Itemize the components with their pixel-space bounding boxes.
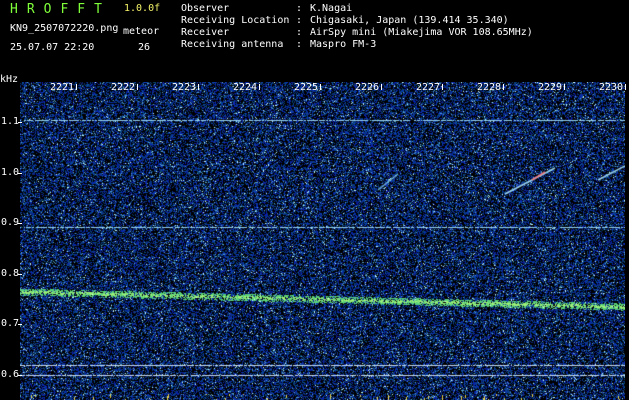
station-key: Receiving antenna (181, 39, 284, 50)
x-tick-mark (259, 84, 260, 90)
y-tick-mark (18, 374, 22, 376)
x-tick-mark (503, 84, 504, 90)
station-row-observer: Observer: K.Nagai (181, 3, 353, 14)
spectrogram-canvas (20, 82, 625, 400)
station-value: K.Nagai (310, 3, 353, 14)
station-value: Maspro FM-3 (310, 39, 377, 50)
file-name: KN9_2507072220.png (10, 23, 119, 34)
y-tick-label: 1.1 (1, 116, 20, 128)
y-axis-unit: kHz (0, 74, 19, 85)
x-tick-label: 2222 (110, 82, 136, 93)
station-row-antenna: Receiving antenna: Maspro FM-3 (181, 39, 377, 50)
x-tick-mark (320, 84, 321, 90)
app-version: 1.0.0f (124, 3, 161, 14)
y-tick-label: 1.0 (1, 166, 20, 178)
station-key: Receiver (181, 27, 230, 38)
x-tick-label: 2228 (476, 82, 502, 93)
x-tick-mark (625, 84, 626, 90)
app-brand: HROFFT (10, 2, 111, 17)
meteor-count-label: meteor (123, 26, 160, 37)
y-tick-label: 0.6 (1, 368, 20, 380)
x-tick-label: 2225 (293, 82, 319, 93)
y-tick-mark (18, 324, 22, 326)
x-tick-label: 2226 (354, 82, 380, 93)
x-tick-mark (198, 84, 199, 90)
x-tick-label: 2227 (415, 82, 441, 93)
meteor-count-value: 26 (138, 42, 151, 53)
y-tick-label: 0.7 (1, 318, 20, 330)
x-tick-mark (564, 84, 565, 90)
station-value: AirSpy mini (Miakejima VOR 108.65MHz) (310, 27, 533, 38)
station-row-location: Receiving Location: Chigasaki, Japan (139… (181, 15, 509, 26)
station-key: Observer (181, 3, 230, 14)
x-tick-label: 2223 (171, 82, 197, 93)
x-tick-mark (76, 84, 77, 90)
y-tick-mark (18, 172, 22, 174)
x-tick-label: 2229 (537, 82, 563, 93)
timestamp: 25.07.07 22:20 (10, 42, 95, 53)
y-tick-label: 0.8 (1, 267, 20, 279)
x-tick-mark (137, 84, 138, 90)
y-tick-label: 0.9 (1, 217, 20, 229)
station-row-receiver: Receiver: AirSpy mini (Miakejima VOR 108.… (181, 27, 533, 38)
x-tick-label: 2230 (598, 82, 624, 93)
x-tick-label: 2224 (232, 82, 258, 93)
x-tick-mark (442, 84, 443, 90)
x-tick-mark (381, 84, 382, 90)
y-tick-mark (18, 122, 22, 124)
x-tick-label: 2221 (49, 82, 75, 93)
y-tick-mark (18, 273, 22, 275)
station-key: Receiving Location (181, 15, 290, 26)
y-tick-mark (18, 223, 22, 225)
station-value: Chigasaki, Japan (139.414 35.340) (310, 15, 509, 26)
